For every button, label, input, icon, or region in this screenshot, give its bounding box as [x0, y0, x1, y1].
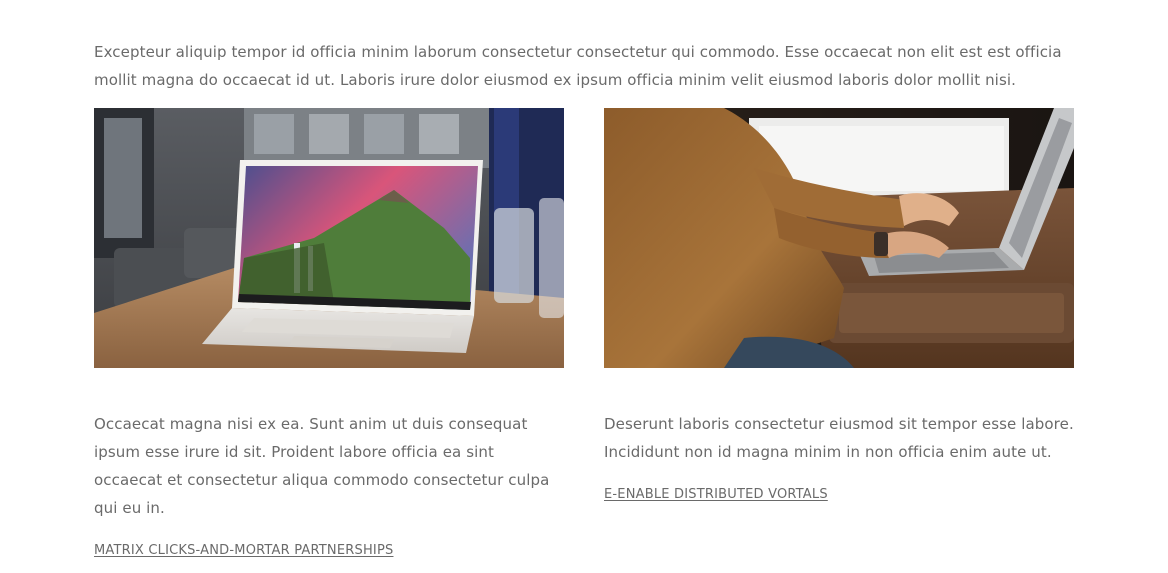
card-left: Occaecat magna nisi ex ea. Sunt anim ut … — [94, 108, 564, 559]
card-grid: Occaecat magna nisi ex ea. Sunt anim ut … — [94, 108, 1074, 558]
content-section: Excepteur aliquip tempor id officia mini… — [94, 0, 1074, 558]
intro-paragraph: Excepteur aliquip tempor id officia mini… — [94, 43, 1062, 89]
card-right: Deserunt laboris consectetur eiusmod sit… — [604, 108, 1074, 503]
card-left-description: Occaecat magna nisi ex ea. Sunt anim ut … — [94, 415, 550, 517]
laptop-photo — [94, 108, 564, 368]
card-right-link[interactable]: E-ENABLE DISTRIBUTED VORTALS — [604, 487, 828, 503]
card-right-description: Deserunt laboris consectetur eiusmod sit… — [604, 415, 1074, 461]
typing-photo — [604, 108, 1074, 368]
card-left-link[interactable]: MATRIX CLICKS-AND-MORTAR PARTNERSHIPS — [94, 543, 393, 559]
